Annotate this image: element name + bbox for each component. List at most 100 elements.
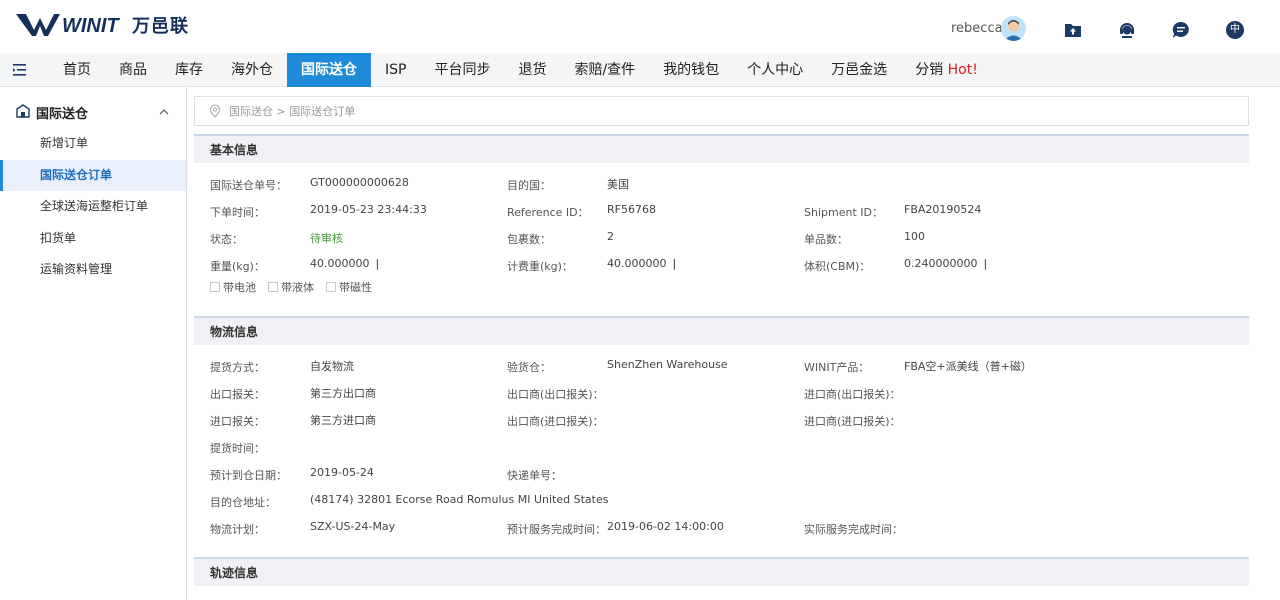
sidebar-item-transport-docs[interactable]: 运输资料管理 bbox=[0, 254, 186, 286]
winit-logo[interactable]: WINIT 万邑联 bbox=[16, 12, 189, 38]
dest-country-label: 目的国： bbox=[507, 179, 551, 192]
sidebar: 国际送仓 新增订单 国际送仓订单 全球送海运整柜订单 扣货单 运输资料管理 bbox=[0, 87, 187, 600]
eta-value: 2019-05-24 bbox=[310, 466, 374, 479]
nav-item-returns[interactable]: 退货 bbox=[504, 53, 560, 87]
hot-badge: Hot! bbox=[947, 62, 978, 78]
importer-import-decl-label: 进口商(进口报关)： bbox=[804, 415, 901, 428]
nav-item-distribution[interactable]: 分销 Hot! bbox=[901, 53, 992, 87]
winit-product-label: WINIT产品： bbox=[804, 361, 870, 374]
tracking-info-section: 轨迹信息 bbox=[194, 557, 1249, 600]
dest-address-value: (48174) 32801 Ecorse Road Romulus MI Uni… bbox=[310, 493, 609, 506]
section-title: 轨迹信息 bbox=[194, 557, 1249, 586]
pickup-time-label: 提货时间： bbox=[210, 442, 265, 455]
headset-icon[interactable] bbox=[1118, 21, 1136, 39]
packages-label: 包裹数： bbox=[507, 233, 551, 246]
items-label: 单品数： bbox=[804, 233, 848, 246]
weight-field: 40.000000 | bbox=[310, 257, 379, 270]
nav-item-international-delivery[interactable]: 国际送仓 bbox=[287, 53, 371, 87]
est-complete-label: 预计服务完成时间： bbox=[507, 523, 606, 536]
avatar[interactable] bbox=[1001, 16, 1026, 41]
charge-weight-separator: | bbox=[672, 257, 677, 270]
shipment-id-label: Shipment ID： bbox=[804, 206, 883, 219]
nav-item-gold-select[interactable]: 万邑金选 bbox=[817, 53, 901, 87]
check-warehouse-label: 验货仓： bbox=[507, 361, 551, 374]
pickup-method-label: 提货方式： bbox=[210, 361, 265, 374]
tracking-no-label: 快递单号： bbox=[507, 469, 562, 482]
weight-label: 重量(kg)： bbox=[210, 260, 265, 273]
sidebar-item-new-order[interactable]: 新增订单 bbox=[0, 128, 186, 160]
dest-address-label: 目的仓地址： bbox=[210, 496, 276, 509]
volume-label: 体积(CBM)： bbox=[804, 260, 871, 273]
volume-value: 0.240000000 bbox=[904, 257, 978, 270]
logistics-plan-value: SZX-US-24-May bbox=[310, 520, 396, 533]
nav-item-claims[interactable]: 索赔/查件 bbox=[560, 53, 649, 87]
export-decl-label: 出口报关： bbox=[210, 388, 265, 401]
language-cn-icon[interactable]: 中 bbox=[1226, 21, 1244, 39]
top-bar: WINIT 万邑联 rebecca 中 bbox=[0, 0, 1280, 53]
est-complete-value: 2019-06-02 14:00:00 bbox=[607, 520, 724, 533]
battery-checkbox-box[interactable] bbox=[210, 282, 220, 292]
nav-item-platform-sync[interactable]: 平台同步 bbox=[420, 53, 504, 87]
packages-value: 2 bbox=[607, 230, 614, 243]
actual-complete-label: 实际服务完成时间： bbox=[804, 523, 903, 536]
order-time-label: 下单时间： bbox=[210, 206, 265, 219]
nav-item-isp[interactable]: ISP bbox=[371, 53, 420, 87]
menu-toggle-icon[interactable] bbox=[12, 62, 28, 78]
items-value: 100 bbox=[904, 230, 925, 243]
winit-product-value: FBA空+派美线（普+磁） bbox=[904, 360, 1032, 373]
order-time-value: 2019-05-23 23:44:33 bbox=[310, 203, 427, 216]
battery-checkbox[interactable]: 带电池 bbox=[210, 279, 256, 295]
magnetic-checkbox-label: 带磁性 bbox=[339, 281, 372, 294]
nav-item-products[interactable]: 商品 bbox=[105, 53, 161, 87]
sidebar-item-hold-orders[interactable]: 扣货单 bbox=[0, 223, 186, 255]
order-no-value: GT000000000628 bbox=[310, 176, 409, 189]
breadcrumb: 国际送仓 > 国际送仓订单 bbox=[194, 96, 1249, 126]
nav-item-inventory[interactable]: 库存 bbox=[161, 53, 217, 87]
sidebar-item-container-orders[interactable]: 全球送海运整柜订单 bbox=[0, 191, 186, 223]
sidebar-item-delivery-orders[interactable]: 国际送仓订单 bbox=[0, 159, 186, 191]
status-label: 状态： bbox=[210, 233, 243, 246]
section-title: 物流信息 bbox=[194, 316, 1249, 345]
sidebar-group-header[interactable]: 国际送仓 bbox=[0, 99, 186, 125]
folder-upload-icon[interactable] bbox=[1064, 21, 1082, 39]
reference-id-label: Reference ID： bbox=[507, 206, 589, 219]
chat-icon[interactable] bbox=[1172, 21, 1190, 39]
nav-item-overseas-warehouse[interactable]: 海外仓 bbox=[217, 53, 287, 87]
breadcrumb-text[interactable]: 国际送仓 > 国际送仓订单 bbox=[229, 103, 355, 119]
battery-checkbox-label: 带电池 bbox=[223, 281, 256, 294]
nav-item-home[interactable]: 首页 bbox=[49, 53, 105, 87]
nav-item-personal-center[interactable]: 个人中心 bbox=[733, 53, 817, 87]
magnetic-checkbox[interactable]: 带磁性 bbox=[326, 279, 372, 295]
pickup-method-value: 自发物流 bbox=[310, 360, 354, 373]
nav-item-wallet[interactable]: 我的钱包 bbox=[649, 53, 733, 87]
charge-weight-field: 40.000000 | bbox=[607, 257, 676, 270]
logo-wordmark: WINIT bbox=[62, 15, 120, 37]
logistics-plan-label: 物流计划： bbox=[210, 523, 265, 536]
section-title: 基本信息 bbox=[194, 134, 1249, 163]
charge-weight-value: 40.000000 bbox=[607, 257, 667, 270]
location-pin-icon bbox=[209, 104, 221, 118]
warehouse-icon bbox=[16, 104, 30, 118]
import-decl-label: 进口报关： bbox=[210, 415, 265, 428]
volume-separator: | bbox=[983, 257, 988, 270]
logo-cn-text: 万邑联 bbox=[132, 16, 189, 37]
weight-value: 40.000000 bbox=[310, 257, 370, 270]
dest-country-value: 美国 bbox=[607, 178, 629, 191]
liquid-checkbox-label: 带液体 bbox=[281, 281, 314, 294]
sidebar-group-title: 国际送仓 bbox=[36, 107, 89, 122]
importer-export-decl-label: 进口商(出口报关)： bbox=[804, 388, 901, 401]
export-decl-value: 第三方出口商 bbox=[310, 387, 376, 400]
user-name[interactable]: rebecca bbox=[951, 21, 1003, 36]
volume-field: 0.240000000 | bbox=[904, 257, 987, 270]
magnetic-checkbox-box[interactable] bbox=[326, 282, 336, 292]
logistics-info-section: 物流信息 提货方式： 自发物流 验货仓： ShenZhen Warehouse … bbox=[194, 316, 1249, 548]
reference-id-value: RF56768 bbox=[607, 203, 656, 216]
liquid-checkbox[interactable]: 带液体 bbox=[268, 279, 314, 295]
chevron-up-icon[interactable] bbox=[158, 106, 170, 118]
import-decl-value: 第三方进口商 bbox=[310, 414, 376, 427]
exporter-import-decl-label: 出口商(进口报关)： bbox=[507, 415, 604, 428]
charge-weight-label: 计费重(kg)： bbox=[507, 260, 573, 273]
status-badge: 待审核 bbox=[310, 232, 343, 245]
liquid-checkbox-box[interactable] bbox=[268, 282, 278, 292]
eta-label: 预计到仓日期： bbox=[210, 469, 287, 482]
